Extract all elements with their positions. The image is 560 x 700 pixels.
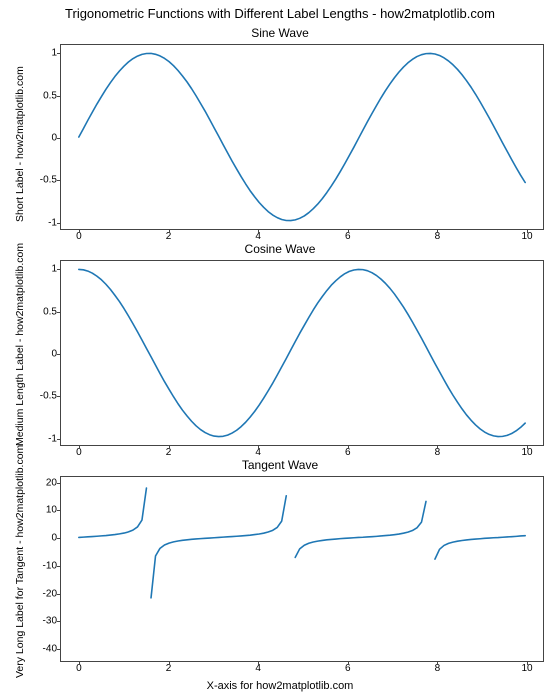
axes-3: -40-30-20-10010200246810 xyxy=(60,476,544,662)
x-axis-label: X-axis for how2matplotlib.com xyxy=(0,680,560,692)
axes-1: -1-0.500.510246810 xyxy=(60,44,544,230)
axes-title-3: Tangent Wave xyxy=(0,458,560,472)
axes-title-1: Sine Wave xyxy=(0,26,560,40)
figure-suptitle: Trigonometric Functions with Different L… xyxy=(0,6,560,21)
axes-2: -1-0.500.510246810 xyxy=(60,260,544,446)
axes-title-2: Cosine Wave xyxy=(0,242,560,256)
figure: Trigonometric Functions with Different L… xyxy=(0,0,560,700)
y-axis-label-2: Medium Length Label - how2matplotlib.com xyxy=(14,243,26,446)
line-plot-tan xyxy=(61,477,543,661)
line-plot-cos xyxy=(61,261,543,445)
line-plot-sin xyxy=(61,45,543,229)
y-axis-label-3: Very Long Label for Tangent - how2matplo… xyxy=(14,445,26,678)
y-axis-label-1: Short Label - how2matplotlib.com xyxy=(14,66,26,222)
